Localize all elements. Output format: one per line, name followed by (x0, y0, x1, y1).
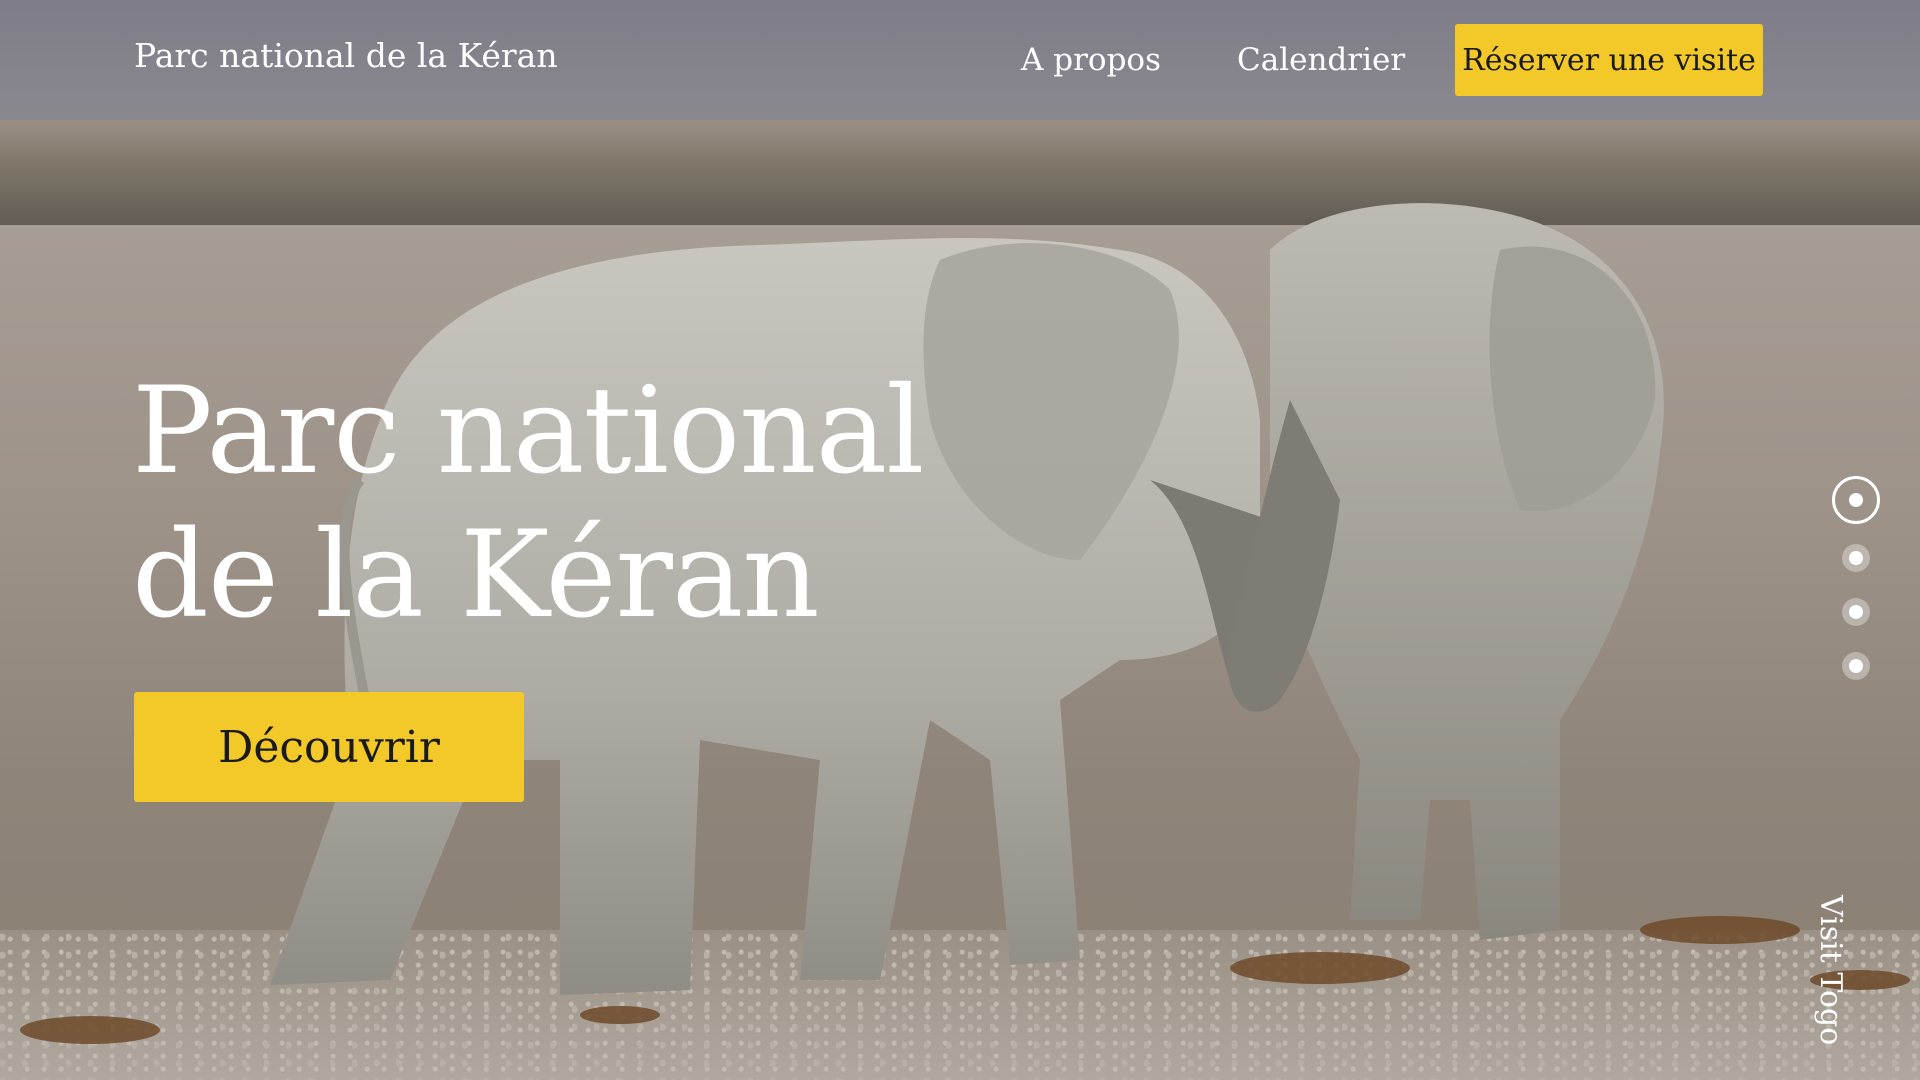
slide-4-dot-icon[interactable] (1842, 652, 1870, 680)
side-label: Visit Togo (1813, 895, 1848, 1046)
slide-indicator (1832, 474, 1888, 694)
reserve-visit-button[interactable]: Réserver une visite (1455, 24, 1763, 96)
slide-2-dot-icon[interactable] (1842, 544, 1870, 572)
discover-button[interactable]: Découvrir (134, 692, 524, 802)
site-brand[interactable]: Parc national de la Kéran (134, 36, 558, 75)
right-elephant (1228, 203, 1664, 940)
hero-headline-line2: de la Kéran (132, 506, 820, 645)
slide-3-dot-icon[interactable] (1842, 598, 1870, 626)
nav-link-calendrier[interactable]: Calendrier (1237, 42, 1405, 78)
hero-headline: Parc national de la Kéran (132, 360, 924, 648)
slide-1-ring-dot-icon[interactable] (1832, 476, 1880, 524)
nav-link-a-propos[interactable]: A propos (1021, 42, 1161, 78)
top-navigation: Parc national de la Kéran A propos Calen… (0, 0, 1920, 120)
hero-headline-line1: Parc national (132, 362, 924, 501)
